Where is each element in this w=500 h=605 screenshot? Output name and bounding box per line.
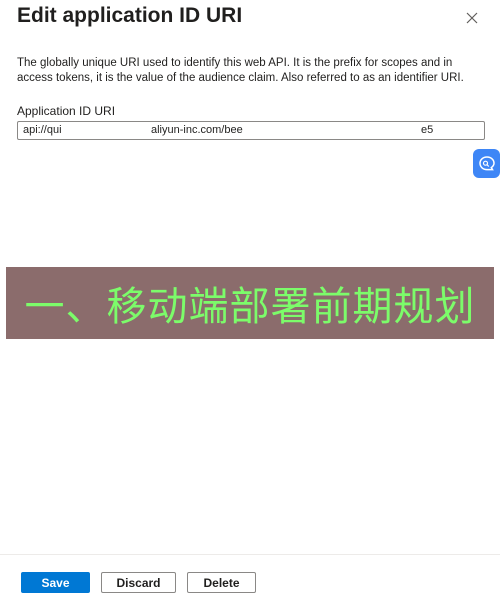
close-button[interactable] [462, 8, 482, 28]
delete-button[interactable]: Delete [187, 572, 256, 593]
chat-assistant-icon [478, 155, 495, 170]
uri-value-suffix: e5 [418, 124, 434, 136]
footer-divider [0, 554, 500, 555]
uri-value-prefix: api://qui [23, 124, 62, 136]
app-id-uri-input[interactable]: api://qui aliyun-inc.com/bee e5 [17, 121, 485, 140]
uri-value-domain: aliyun-inc.com/bee [151, 124, 243, 136]
close-icon [466, 12, 478, 24]
overlay-banner: 一、移动端部署前期规划 [6, 267, 494, 339]
dialog-description: The globally unique URI used to identify… [17, 57, 464, 84]
discard-button[interactable]: Discard [101, 572, 176, 593]
edit-app-id-uri-panel: Edit application ID URI The globally uni… [0, 0, 500, 605]
save-button[interactable]: Save [21, 572, 90, 593]
chat-assistant-button[interactable] [473, 149, 500, 178]
banner-text: 一、移动端部署前期规划 [24, 284, 476, 330]
app-id-uri-label: Application ID URI [17, 104, 116, 118]
dialog-title: Edit application ID URI [17, 4, 243, 27]
